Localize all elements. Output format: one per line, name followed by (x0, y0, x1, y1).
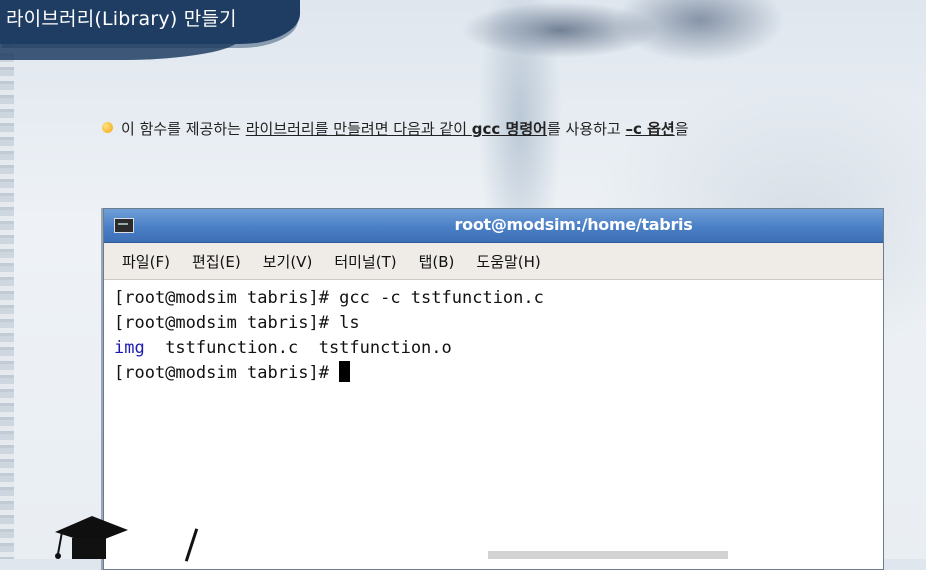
prompt-text: [root@modsim tabris]# (114, 363, 340, 383)
directory-entry: img (114, 338, 145, 358)
menu-view[interactable]: 보기(V) (263, 251, 313, 272)
bullet-part-4: 를 사용하고 (546, 120, 626, 138)
menu-file[interactable]: 파일(F) (122, 251, 170, 272)
bullet-part-3: gcc 명령어 (471, 120, 547, 138)
menu-help[interactable]: 도움말(H) (476, 251, 540, 272)
window-title: root@modsim:/home/tabris (454, 215, 693, 234)
terminal-window: root@modsim:/home/tabris 파일(F) 편집(E) 보기(… (103, 208, 884, 570)
footer-bar (488, 551, 728, 559)
file-entries: tstfunction.c tstfunction.o (144, 338, 452, 358)
terminal-line: img tstfunction.c tstfunction.o (114, 336, 873, 361)
page-title: 라이브러리(Library) 만들기 (6, 8, 237, 30)
terminal-line: [root@modsim tabris]# ls (114, 313, 360, 333)
terminal-cursor (339, 361, 351, 382)
menu-bar: 파일(F) 편집(E) 보기(V) 터미널(T) 탭(B) 도움말(H) (104, 243, 883, 280)
graduation-cap-icon (55, 516, 128, 559)
terminal-line: [root@modsim tabris]# gcc -c tstfunction… (114, 288, 544, 308)
bullet-dot-icon (102, 122, 113, 133)
terminal-output[interactable]: [root@modsim tabris]# gcc -c tstfunction… (104, 280, 883, 392)
bullet-part-6: 을 (674, 120, 689, 138)
menu-edit[interactable]: 편집(E) (192, 251, 241, 272)
bullet-part-5: –c 옵션 (625, 120, 675, 138)
bullet-text: 이 함수를 제공하는 라이브러리를 만들려면 다음과 같이 gcc 명령어를 사… (102, 118, 902, 142)
menu-terminal[interactable]: 터미널(T) (334, 251, 396, 272)
menu-tabs[interactable]: 탭(B) (419, 251, 455, 272)
bullet-part-1: 이 함수를 제공하는 (121, 120, 246, 138)
left-border-decoration (0, 0, 14, 559)
terminal-prompt-line: [root@modsim tabris]# (114, 361, 873, 386)
window-titlebar[interactable]: root@modsim:/home/tabris (104, 209, 883, 243)
bullet-part-2: 라이브러리를 만들려면 다음과 같이 (245, 120, 472, 138)
